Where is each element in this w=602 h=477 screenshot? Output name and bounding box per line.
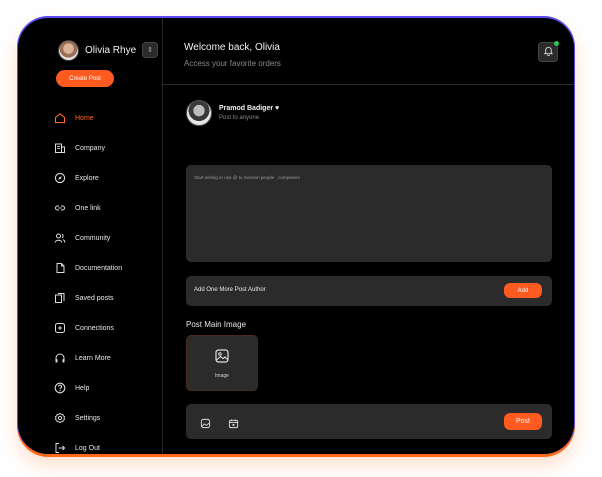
sidebar-item-label: Connections <box>75 324 114 332</box>
post-button[interactable]: Post <box>504 413 542 430</box>
sidebar-item-label: Company <box>75 144 105 152</box>
sidebar-item-help[interactable]: Help <box>54 373 122 403</box>
author-avatar <box>186 100 212 126</box>
sidebar-item-documentation[interactable]: Documentation <box>54 253 122 283</box>
sidebar-item-saved-posts[interactable]: Saved posts <box>54 283 122 313</box>
sidebar-item-community[interactable]: Community <box>54 223 122 253</box>
post-toolbar: Post <box>186 404 552 439</box>
page-subtitle: Access your favorite orders <box>184 59 281 68</box>
compass-icon <box>54 172 66 184</box>
image-upload-box[interactable]: Image <box>186 335 258 391</box>
author-name: Pramod Badiger <box>219 105 274 112</box>
gear-icon <box>54 412 66 424</box>
headphones-icon <box>54 352 66 364</box>
heart-icon: ♥ <box>275 105 280 112</box>
page-title: Welcome back, Olivia <box>184 42 280 53</box>
sidebar-item-explore[interactable]: Explore <box>54 163 122 193</box>
profile[interactable]: Olivia Rhye <box>58 40 136 61</box>
image-icon <box>214 348 230 369</box>
sidebar-item-settings[interactable]: Settings <box>54 403 122 433</box>
notification-dot <box>554 41 559 46</box>
add-author-button[interactable]: Add <box>504 283 542 298</box>
sidebar-item-company[interactable]: Company <box>54 133 122 163</box>
help-icon <box>54 382 66 394</box>
author-name-row[interactable]: Pramod Badiger ♥ <box>219 105 279 112</box>
logout-icon <box>54 442 66 454</box>
calendar-icon[interactable] <box>228 416 239 434</box>
users-icon <box>54 232 66 244</box>
post-main-image-title: Post Main Image <box>186 320 247 329</box>
sidebar-item-label: Settings <box>75 414 101 422</box>
company-icon <box>54 142 66 154</box>
connections-icon <box>54 322 66 334</box>
bookmark-icon <box>54 292 66 304</box>
sidebar-item-label: Saved posts <box>75 294 114 302</box>
sidebar-item-label: Explore <box>75 174 99 182</box>
sidebar: Olivia Rhye ⇕ Create Post Home Company E… <box>18 18 163 454</box>
account-switch-button[interactable]: ⇕ <box>142 42 158 58</box>
post-text-input[interactable]: Start writing or use @ to mention people… <box>186 165 552 262</box>
sidebar-item-label: Community <box>75 234 111 242</box>
sidebar-item-connections[interactable]: Connections <box>54 313 122 343</box>
attach-image-icon[interactable] <box>200 416 211 434</box>
profile-name: Olivia Rhye <box>85 45 137 56</box>
app-window: Olivia Rhye ⇕ Create Post Home Company E… <box>18 18 574 454</box>
sidebar-item-learn-more[interactable]: Learn More <box>54 343 122 373</box>
sidebar-item-label: Learn More <box>75 354 111 362</box>
sidebar-item-label: One link <box>75 204 101 212</box>
sidebar-item-label: Documentation <box>75 264 123 272</box>
post-composer: Pramod Badiger ♥ Post to anyone Start wr… <box>162 84 574 454</box>
post-author: Pramod Badiger ♥ Post to anyone <box>186 100 279 126</box>
header: Welcome back, Olivia Access your favorit… <box>162 18 574 85</box>
post-visibility: Post to anyone <box>219 115 260 121</box>
sidebar-item-label: Help <box>75 384 90 392</box>
document-icon <box>54 262 66 274</box>
add-author-label: Add One More Post Author <box>194 287 266 293</box>
home-icon <box>54 112 66 124</box>
link-icon <box>54 202 66 214</box>
sidebar-item-log-out[interactable]: Log Out <box>54 433 122 454</box>
avatar <box>58 40 79 61</box>
create-post-button[interactable]: Create Post <box>56 70 114 87</box>
notifications-button[interactable] <box>538 41 559 62</box>
sidebar-item-label: Log Out <box>75 444 100 452</box>
sidebar-item-label: Home <box>75 114 94 122</box>
chevron-updown-icon: ⇕ <box>147 47 153 54</box>
sidebar-nav: Home Company Explore One link Community … <box>54 103 122 454</box>
bell-icon <box>543 43 554 61</box>
add-author-bar: Add One More Post Author Add <box>186 276 552 306</box>
sidebar-item-home[interactable]: Home <box>54 103 122 133</box>
sidebar-item-one-link[interactable]: One link <box>54 193 122 223</box>
image-label: Image <box>215 372 229 379</box>
